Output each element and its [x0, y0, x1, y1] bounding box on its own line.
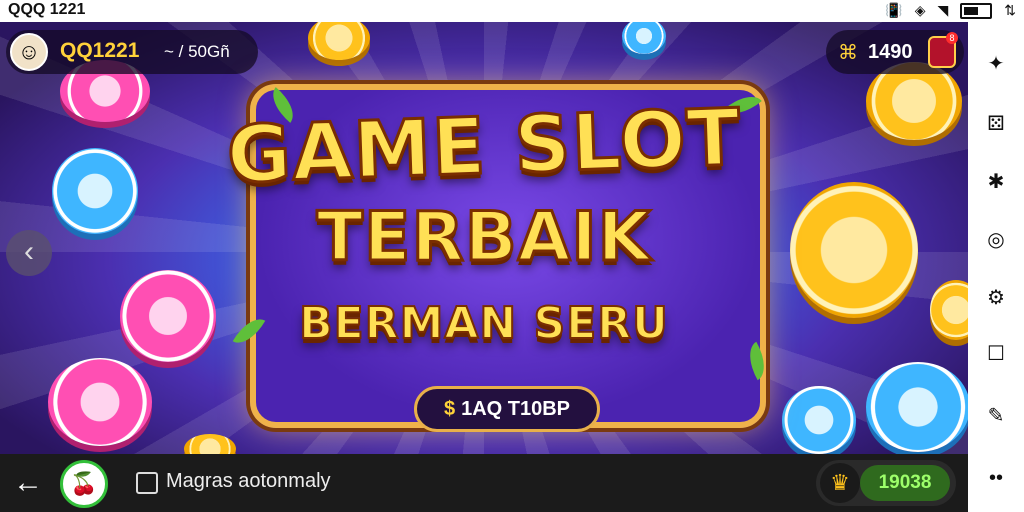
reward-balance[interactable]: ♛ 19038 — [816, 460, 956, 506]
coin-value: 1490 — [868, 41, 913, 63]
coin-balance[interactable]: ⌘ 1490 8 — [826, 30, 964, 74]
player-name: QQ1221 — [60, 39, 140, 62]
puzzle-icon[interactable]: ✦ — [984, 52, 1008, 76]
status-title: QQQ 1221 — [8, 1, 86, 18]
settings-icon[interactable]: ⚙ — [984, 286, 1008, 310]
game-screen[interactable]: ☺ QQ1221 ~ / 50Gñ ⌘ 1490 8 ‹ GAME SLOT T… — [0, 22, 968, 454]
player-extra: ~ / 50Gñ — [164, 42, 230, 61]
cta-button[interactable]: $1AQ T10BP — [414, 386, 600, 432]
edit-icon[interactable]: ✎ — [984, 404, 1008, 428]
auto-checkbox-label: Magras aotonmaly — [166, 470, 331, 492]
player-info[interactable]: ☺ QQ1221 ~ / 50Gñ — [6, 30, 258, 74]
banner-subtitle: BERMAN SERU — [298, 297, 669, 350]
reward-value: 19038 — [860, 465, 950, 501]
headset-icon[interactable]: ◎ — [984, 228, 1008, 252]
auto-checkbox[interactable] — [136, 472, 158, 494]
back-arrow-icon[interactable]: ← — [10, 466, 46, 500]
cta-label: 1AQ T10BP — [461, 398, 571, 420]
signal-icon: ⇅ — [1004, 2, 1016, 18]
coin-icon: $ — [443, 398, 456, 420]
wifi-icon: ◥ — [937, 2, 949, 18]
status-icons: 📳 ◈ ◥ ⇅ — [885, 2, 1016, 19]
avatar[interactable]: ☺ — [10, 33, 48, 71]
trophy-icon: ♛ — [820, 463, 860, 503]
battery-icon — [960, 2, 993, 19]
more-icon[interactable]: •• — [984, 466, 1008, 490]
gear-small-icon[interactable]: ✱ — [984, 170, 1008, 194]
notification-badge: 8 — [946, 32, 958, 44]
status-bar: QQQ 1221 📳 ◈ ◥ ⇅ — [0, 0, 1024, 22]
square-icon[interactable]: ☐ — [984, 342, 1008, 366]
location-icon: ◈ — [914, 2, 926, 18]
poker-chip — [48, 358, 152, 446]
banner-title-line2: TERBAIK — [315, 197, 652, 279]
vibrate-icon: 📳 — [885, 2, 903, 18]
coin-icon: ⌘ — [838, 42, 858, 64]
app-logo[interactable]: 🍒 — [60, 460, 108, 508]
poker-chip — [866, 362, 968, 452]
dice-icon[interactable]: ⚄ — [984, 112, 1008, 136]
right-sidebar: ✦ ⚄ ✱ ◎ ⚙ ☐ ✎ •• — [968, 22, 1024, 512]
bottom-bar: ← 🍒 Magras aotonmaly ♛ 19038 — [0, 454, 968, 512]
poker-chip — [782, 386, 856, 454]
